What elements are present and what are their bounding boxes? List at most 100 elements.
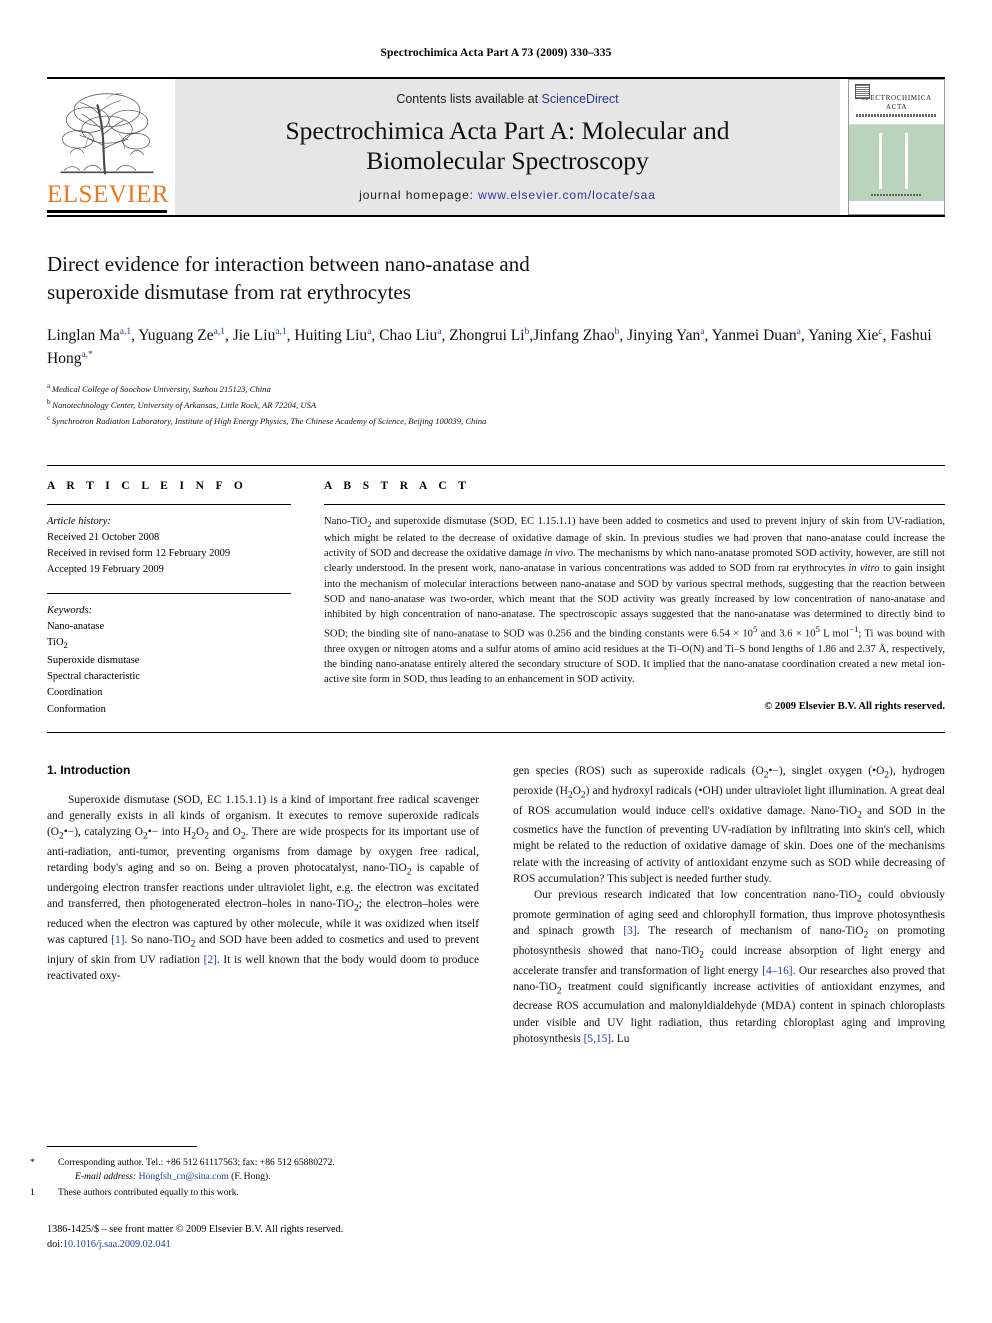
citation-link[interactable]: [5,15]	[584, 1033, 612, 1045]
masthead-bottom-rule	[47, 215, 945, 217]
footnote-equal-text: These authors contributed equally to thi…	[58, 1186, 239, 1198]
keywords-rule	[47, 592, 291, 594]
article-history-item: Received in revised form 12 February 200…	[47, 548, 231, 560]
cover-title-line2: ACTA	[885, 102, 908, 111]
journal-masthead: ELSEVIER Contents lists available at Sci…	[47, 77, 945, 215]
article-title-line2: superoxide dismutase from rat erythrocyt…	[47, 279, 411, 304]
email-link[interactable]: Hongfsh_cn@sina.com	[139, 1171, 229, 1182]
affiliation-mark: b	[47, 398, 53, 407]
homepage-label: journal homepage:	[359, 188, 474, 203]
footnote-equal-contribution: 1 These authors contributed equally to th…	[30, 1186, 459, 1200]
footnote-marker-star: *	[30, 1157, 35, 1168]
sciencedirect-link[interactable]: ScienceDirect	[542, 92, 619, 106]
author-affiliation-mark: a,1	[213, 326, 225, 337]
affiliation-item: a Medical College of Soochow University,…	[47, 382, 271, 395]
section-heading-introduction: 1. Introduction	[47, 763, 131, 777]
info-abstract-section: A R T I C L E I N F O Article history: R…	[47, 464, 945, 718]
article-page: Spectrochimica Acta Part A 73 (2009) 330…	[0, 0, 992, 1323]
cover-top: SPECTROCHIMICA ACTA	[849, 80, 944, 125]
body-columns: 1. Introduction Superoxide dismutase (SO…	[47, 763, 945, 1047]
author-affiliation-mark: a	[367, 326, 372, 337]
abstract-copyright: © 2009 Elsevier B.V. All rights reserved…	[764, 700, 945, 712]
keywords-block: Keywords: Nano-anatase TiO2 Superoxide dis…	[47, 592, 291, 718]
cover-bar-right	[905, 133, 908, 189]
author-name: Yaning Xie	[808, 326, 879, 344]
author-name: Zhongrui Li	[449, 326, 525, 344]
body-column-left: 1. Introduction Superoxide dismutase (SO…	[47, 763, 479, 1047]
doi-link[interactable]: 10.1016/j.saa.2009.02.041	[63, 1239, 171, 1250]
author-name: Jinying Yan	[627, 326, 701, 344]
journal-cover-thumbnail: SPECTROCHIMICA ACTA	[848, 79, 945, 215]
article-history-label: Article history:	[47, 515, 111, 527]
article-title-line1: Direct evidence for interaction between …	[47, 252, 530, 276]
citation-link[interactable]: [3]	[623, 925, 636, 937]
elsevier-wordmark: ELSEVIER	[47, 181, 170, 208]
author-name: Yuguang Ze	[138, 326, 214, 344]
footnote-marker-one: 1	[30, 1186, 35, 1198]
citation-link[interactable]: [4–16]	[762, 965, 792, 977]
homepage-url-link[interactable]: www.elsevier.com/locate/saa	[478, 188, 656, 202]
cover-minibox-icon	[855, 84, 870, 99]
journal-title: Spectrochimica Acta Part A: Molecular an…	[286, 116, 730, 176]
intro-paragraph-2: gen species (ROS) such as superoxide rad…	[513, 765, 945, 885]
author-affiliation-mark: a,*	[81, 349, 93, 360]
doi-prefix: doi:	[47, 1239, 63, 1251]
author-affiliation-mark: b	[524, 326, 530, 337]
author-affiliation-mark: c	[878, 326, 883, 337]
affiliation-list: a Medical College of Soochow University,…	[47, 381, 945, 428]
info-abstract-bottom-rule	[47, 732, 945, 733]
elsevier-logo: ELSEVIER	[47, 79, 170, 215]
citation-link[interactable]: [2]	[204, 954, 217, 966]
keyword-item: Conformation	[47, 703, 106, 715]
author-affiliation-mark: a	[437, 326, 442, 337]
cover-footrule	[871, 194, 921, 196]
contents-prefix: Contents lists available at	[396, 91, 542, 106]
issn-footer: 1386-1425/$ – see front matter © 2009 El…	[47, 1222, 467, 1253]
abstract-heading: A B S T R A C T	[324, 479, 471, 492]
keyword-item: Coordination	[47, 687, 103, 699]
citation-link[interactable]: [1]	[111, 934, 124, 946]
issn-line: 1386-1425/$ – see front matter © 2009 El…	[47, 1224, 344, 1235]
title-block: Direct evidence for interaction between …	[47, 251, 945, 429]
abstract-column: A B S T R A C T Nano-TiO2 and superoxide…	[324, 480, 945, 718]
article-info-column: A R T I C L E I N F O Article history: R…	[47, 480, 291, 718]
running-head: Spectrochimica Acta Part A 73 (2009) 330…	[380, 47, 612, 59]
affiliation-mark: a	[47, 382, 52, 391]
article-history-item: Received 21 October 2008	[47, 531, 160, 543]
author-affiliation-mark: a	[796, 326, 801, 337]
article-info-heading: A R T I C L E I N F O	[47, 479, 248, 492]
footnotes-block: * Corresponding author. Tel.: +86 512 611…	[30, 1146, 459, 1202]
author-affiliation-mark: a,1	[275, 326, 287, 337]
intro-paragraph-1: Superoxide dismutase (SOD, EC 1.15.1.1) …	[47, 794, 480, 983]
contents-available-line: Contents lists available at ScienceDirec…	[396, 92, 618, 106]
keyword-item: Nano-anatase	[47, 621, 105, 633]
page-title: Direct evidence for interaction between …	[47, 251, 945, 307]
cover-bar-left	[879, 133, 882, 189]
author-name: Jinfang Zhao	[533, 326, 615, 344]
keywords-label: Keywords:	[47, 604, 93, 616]
author-name: Yanmei Duan	[711, 326, 797, 344]
footnote-corresponding-author: * Corresponding author. Tel.: +86 512 611…	[30, 1156, 459, 1184]
cover-body	[849, 125, 944, 201]
cover-subrule	[856, 113, 937, 117]
author-name: Huiting Liu	[294, 326, 368, 344]
affiliation-item: b Nanotechnology Center, University of A…	[47, 398, 317, 410]
keywords-list: Nano-anatase TiO2 Superoxide dismutase Spec…	[47, 619, 291, 718]
elsevier-rule	[47, 210, 167, 213]
author-name: Chao Liu	[379, 326, 438, 344]
intro-paragraph-3: Our previous research indicated that low…	[513, 889, 946, 1045]
journal-title-line1: Spectrochimica Acta Part A: Molecular an…	[285, 115, 730, 145]
keyword-item: Spectral characteristic	[47, 671, 140, 683]
affiliation-item: c Synchrotron Radiation Laboratory, Inst…	[47, 413, 487, 426]
article-history-item: Accepted 19 February 2009	[47, 564, 164, 576]
article-history-list: Received 21 October 2008 Received in revi…	[47, 530, 291, 579]
author-affiliation-mark: b	[614, 326, 620, 337]
footnote-rule	[47, 1146, 197, 1147]
article-info-rule-top	[47, 503, 291, 505]
elsevier-tree-icon	[47, 85, 167, 182]
author-name: Jie Liu	[232, 326, 276, 344]
doi-line: doi:10.1016/j.saa.2009.02.041	[47, 1237, 467, 1252]
journal-band: Contents lists available at ScienceDirec…	[175, 79, 840, 215]
keyword-item: Superoxide dismutase	[47, 654, 140, 666]
author-list: Linglan Maa,1, Yuguang Zea,1, Jie Liua,1…	[47, 326, 932, 368]
